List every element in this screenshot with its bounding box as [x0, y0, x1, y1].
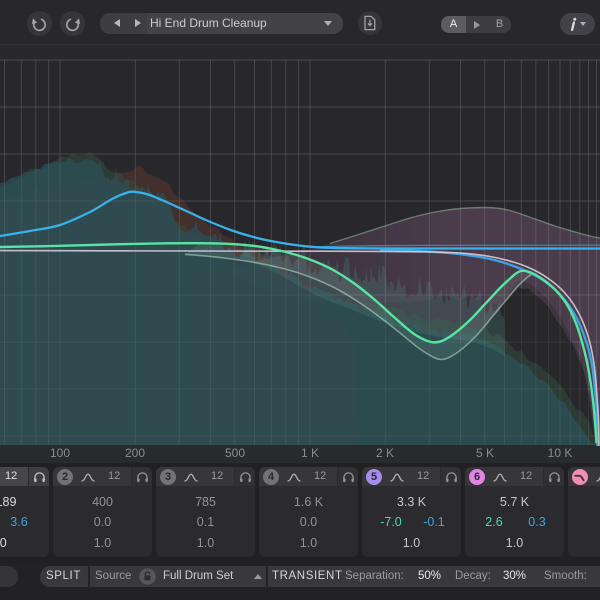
svg-text:1 K: 1 K: [301, 446, 319, 460]
svg-text:2 K: 2 K: [376, 446, 394, 460]
svg-text:500: 500: [225, 446, 245, 460]
svg-text:100: 100: [50, 446, 70, 460]
svg-text:5 K: 5 K: [476, 446, 494, 460]
svg-text:10 K: 10 K: [548, 446, 573, 460]
svg-text:200: 200: [125, 446, 145, 460]
